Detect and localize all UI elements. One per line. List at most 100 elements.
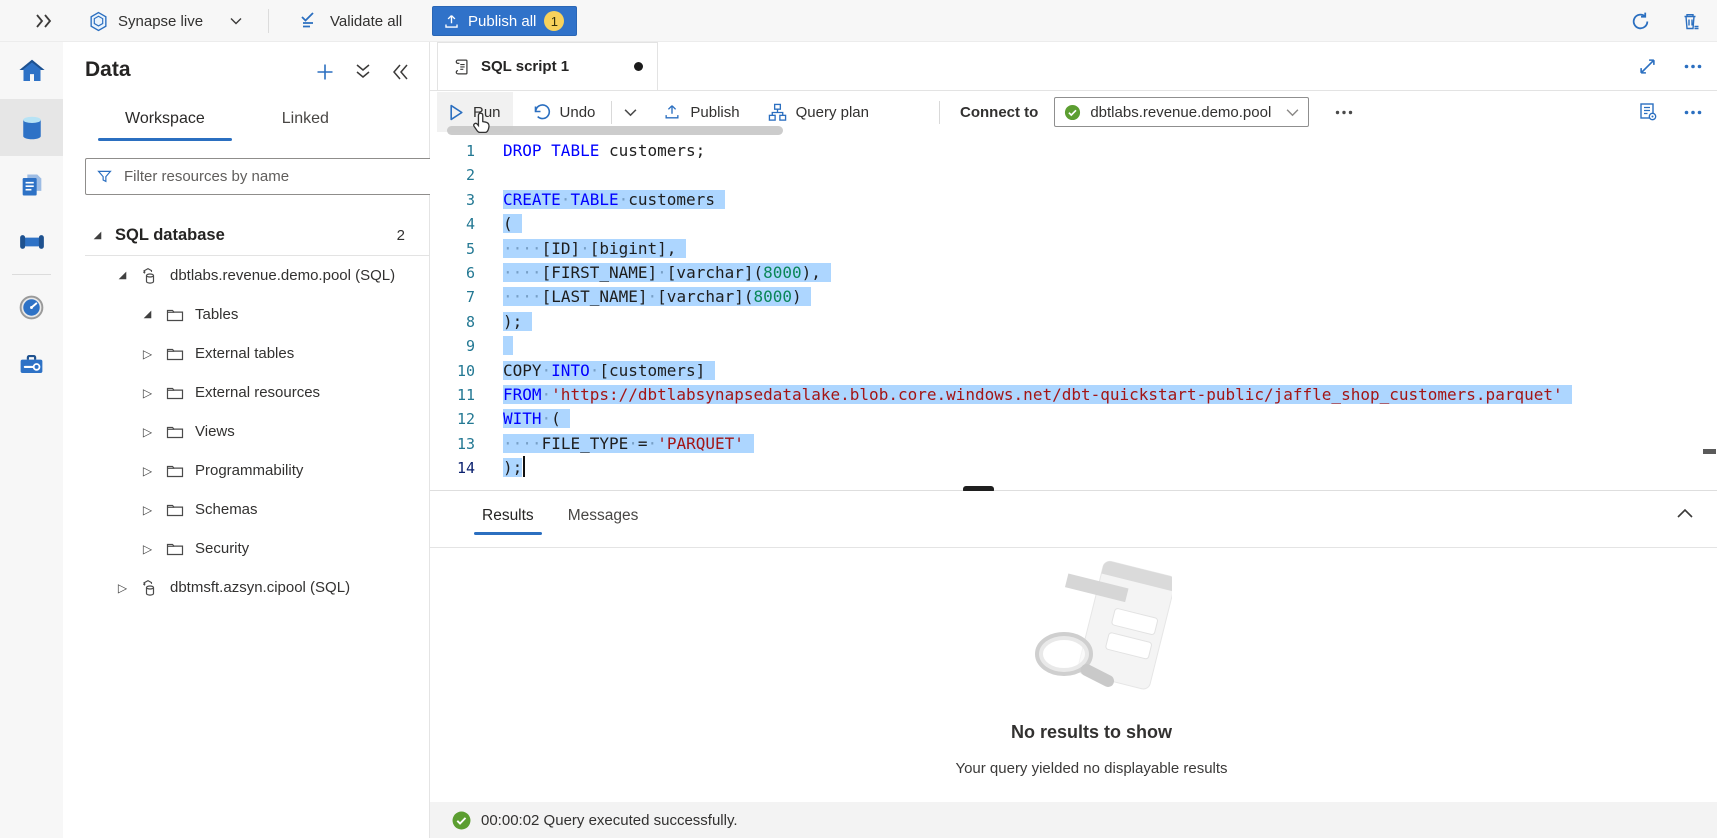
expand-twistie-icon[interactable]: ▷: [140, 386, 155, 400]
collapse-results-icon[interactable]: [1677, 505, 1693, 523]
chevron-down-icon: [230, 17, 242, 25]
line-number: 4: [430, 212, 475, 236]
sql-pool-icon: [140, 266, 160, 286]
discard-trash-icon[interactable]: [1681, 11, 1701, 32]
collapse-twistie-icon[interactable]: ◢: [90, 230, 105, 241]
publish-all-button[interactable]: Publish all 1: [432, 6, 577, 36]
toolbar-more-actions-icon[interactable]: [1684, 110, 1702, 115]
tab-messages[interactable]: Messages: [564, 499, 643, 538]
nav-rail-item-manage[interactable]: [0, 336, 63, 393]
overview-ruler-cursor-mark: [1703, 449, 1716, 454]
nav-rail-item-develop[interactable]: [0, 156, 63, 213]
tree-item-schemas[interactable]: ▷ Schemas: [63, 490, 429, 529]
refresh-icon[interactable]: [1630, 11, 1651, 32]
line-number-gutter: 1234567891011121314: [430, 139, 475, 480]
tree-item-external-resources[interactable]: ▷External resources: [63, 373, 429, 412]
publish-upload-icon: [663, 103, 681, 121]
tree-item-label: Schemas: [195, 501, 258, 518]
undo-icon: [533, 104, 551, 121]
filter-input[interactable]: [122, 167, 427, 186]
line-number: 10: [430, 359, 475, 383]
expand-twistie-icon[interactable]: ▷: [140, 503, 155, 517]
code-line-2: [503, 163, 1572, 187]
line-number: 12: [430, 407, 475, 431]
tree-item-tables[interactable]: ◢Tables: [63, 295, 429, 334]
nav-rail-item-monitor[interactable]: [0, 279, 63, 336]
folder-icon: [165, 539, 185, 559]
code-line-8: );: [503, 310, 1572, 334]
validate-all-button[interactable]: Validate all: [300, 0, 402, 42]
tree-item-dbtmsft-azsyn-cipool-sql[interactable]: ▷ dbtmsft.azsyn.cipool (SQL): [63, 568, 429, 607]
empty-results-title: No results to show: [1011, 722, 1172, 743]
tree-item-programmability[interactable]: ▷Programmability: [63, 451, 429, 490]
collapse-twistie-icon[interactable]: ◢: [140, 309, 155, 320]
line-number: 11: [430, 383, 475, 407]
synapse-live-icon: [88, 11, 109, 32]
expand-twistie-icon[interactable]: ▷: [140, 542, 155, 556]
code-content: DROP TABLE customers;CREATE·TABLE·custom…: [503, 139, 1572, 480]
horizontal-scrollbar-thumb[interactable]: [447, 126, 783, 135]
query-plan-icon: [768, 103, 787, 122]
resource-tree: ◢SQL database2◢dbtlabs.revenue.demo.pool…: [63, 216, 429, 607]
branch-mode-dropdown[interactable]: Synapse live: [88, 0, 242, 42]
mode-label: Synapse live: [118, 13, 203, 30]
code-line-10: COPY·INTO·[customers]: [503, 359, 1572, 383]
line-number: 9: [430, 334, 475, 358]
publish-all-label: Publish all: [468, 13, 536, 30]
panel-title: Data: [85, 58, 131, 82]
left-nav-rail: [0, 42, 63, 838]
collapse-panel-icon[interactable]: [391, 64, 409, 80]
mouse-hand-cursor: [472, 112, 494, 136]
tree-item-views[interactable]: ▷Views: [63, 412, 429, 451]
connection-name: dbtlabs.revenue.demo.pool: [1090, 104, 1271, 121]
folder-icon: [165, 383, 185, 403]
nav-rail-item-integrate[interactable]: [0, 213, 63, 270]
filter-funnel-icon: [96, 168, 113, 185]
tree-item-label: External tables: [195, 345, 294, 362]
success-check-icon: [452, 811, 471, 830]
data-icon: [17, 113, 47, 143]
tab-results[interactable]: Results: [478, 499, 538, 538]
manage-icon: [17, 350, 46, 379]
undo-label: Undo: [560, 104, 596, 121]
expand-twistie-icon[interactable]: ▷: [115, 581, 130, 595]
sql-code-editor[interactable]: 1234567891011121314 DROP TABLE customers…: [430, 133, 1717, 490]
tree-item-label: dbtlabs.revenue.demo.pool (SQL): [170, 267, 395, 284]
nav-rail-item-data[interactable]: [0, 99, 63, 156]
tab-linked[interactable]: Linked: [255, 102, 356, 141]
expand-twistie-icon[interactable]: ▷: [140, 425, 155, 439]
code-line-11: FROM·'https://dbtlabsynapsedatalake.blob…: [503, 383, 1572, 407]
tree-item-external-tables[interactable]: ▷ External tables: [63, 334, 429, 373]
code-line-14: );: [503, 456, 1572, 480]
tree-item-sql-database[interactable]: ◢SQL database2: [63, 216, 429, 255]
collapse-twistie-icon[interactable]: ◢: [115, 270, 130, 281]
tab-more-actions-icon[interactable]: [1684, 64, 1702, 69]
text-cursor: [523, 456, 525, 477]
code-line-13: ····FILE_TYPE·=·'PARQUET': [503, 432, 1572, 456]
tab-workspace[interactable]: Workspace: [98, 102, 232, 141]
code-line-3: CREATE·TABLE·customers: [503, 188, 1572, 212]
expand-twistie-icon[interactable]: ▷: [140, 347, 155, 361]
tree-item-label: dbtmsft.azsyn.cipool (SQL): [170, 579, 350, 596]
synapse-studio-window: Synapse live Validate all Publish all 1 …: [0, 0, 1717, 838]
add-resource-button[interactable]: [315, 62, 335, 82]
folder-icon: [165, 500, 185, 520]
run-play-icon: [449, 104, 464, 121]
connection-dropdown[interactable]: dbtlabs.revenue.demo.pool: [1054, 97, 1309, 127]
properties-icon[interactable]: [1638, 102, 1658, 122]
expand-editor-icon[interactable]: [1639, 58, 1656, 75]
folder-icon-wrap: [165, 383, 185, 403]
tab-sql-script-1[interactable]: SQL script 1: [437, 42, 658, 90]
expand-twistie-icon[interactable]: ▷: [140, 464, 155, 478]
tree-item-dbtlabs-revenue-demo-pool-sql[interactable]: ◢ dbtlabs.revenue.demo.pool (SQL): [63, 256, 429, 295]
connection-more-icon[interactable]: [1335, 110, 1353, 115]
nav-rail-item-home[interactable]: [0, 42, 63, 99]
expand-sidebar-button[interactable]: [34, 0, 54, 42]
validate-icon: [300, 12, 321, 30]
tree-item-security[interactable]: ▷Security: [63, 529, 429, 568]
results-tabs: Results Messages: [478, 499, 642, 538]
top-command-bar: Synapse live Validate all Publish all 1: [0, 0, 1717, 42]
publish-icon: [443, 13, 460, 30]
collapse-all-icon[interactable]: [355, 63, 371, 81]
line-number: 6: [430, 261, 475, 285]
